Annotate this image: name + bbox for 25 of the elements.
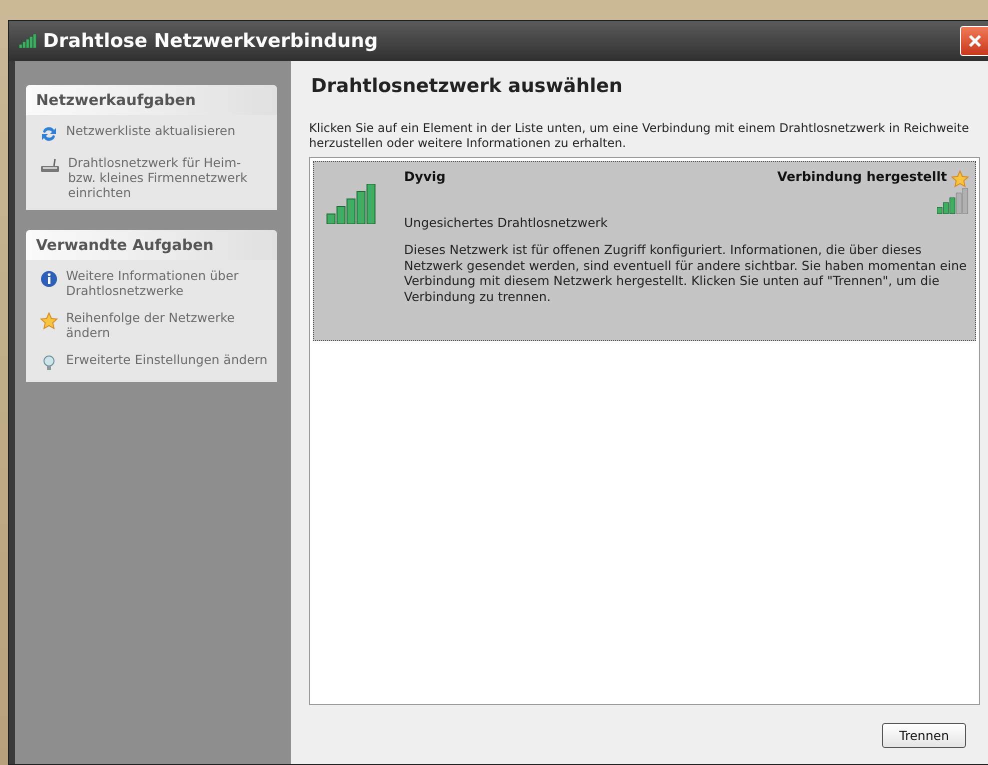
router-icon bbox=[40, 157, 60, 175]
connection-status: Verbindung hergestellt bbox=[777, 170, 947, 186]
security-label: Ungesichertes Drahtlosnetzwerk bbox=[404, 215, 609, 230]
network-name: Dyvig bbox=[404, 170, 447, 185]
network-details: Dieses Netzwerk ist für offenen Zugriff konfiguriert. Informationen, die über dieses Netzwerk gesendet werden, sind eventuell für andere sichtbar. Sie haben momentan eine Verbindung mit diesem Netzwerk hergestellt. Klicken Sie unten auf "Trennen", um die Verbindung zu trennen. bbox=[404, 242, 968, 304]
star-icon bbox=[40, 312, 58, 330]
description-text: Klicken Sie auf ein Element in der Liste unten, um eine Verbindung mit einem Drahtlosnetzwerk in Reichweite herzustellen oder weitere Informationen zu erhalten. bbox=[309, 121, 970, 151]
task-link[interactable]: Weitere Informationen über Drahtlosnetzwerke bbox=[66, 268, 269, 298]
signal-icon bbox=[19, 34, 37, 48]
window-title: Drahtlose Netzwerkverbindung bbox=[43, 30, 379, 52]
task-link[interactable]: Erweiterte Einstellungen ändern bbox=[66, 352, 268, 367]
section-heading: Drahtlosnetzwerk auswählen bbox=[311, 75, 624, 97]
star-icon bbox=[951, 170, 969, 188]
panel-title: Verwandte Aufgaben bbox=[26, 230, 277, 260]
disconnect-button[interactable]: Trennen bbox=[882, 723, 966, 748]
task-link[interactable]: Reihenfolge der Netzwerke ändern bbox=[66, 310, 269, 340]
task-link[interactable]: Netzwerkliste aktualisieren bbox=[66, 123, 236, 138]
info-icon bbox=[40, 270, 58, 288]
close-button[interactable] bbox=[960, 26, 988, 56]
refresh-icon bbox=[40, 125, 58, 143]
task-link[interactable]: Drahtlosnetzwerk für Heim- bzw. kleines Firmennetzwerk einrichten bbox=[68, 155, 269, 200]
panel-title: Netzwerkaufgaben bbox=[26, 85, 277, 115]
close-icon bbox=[966, 33, 982, 49]
signal-icon bbox=[937, 188, 969, 214]
network-item[interactable] bbox=[313, 161, 976, 341]
